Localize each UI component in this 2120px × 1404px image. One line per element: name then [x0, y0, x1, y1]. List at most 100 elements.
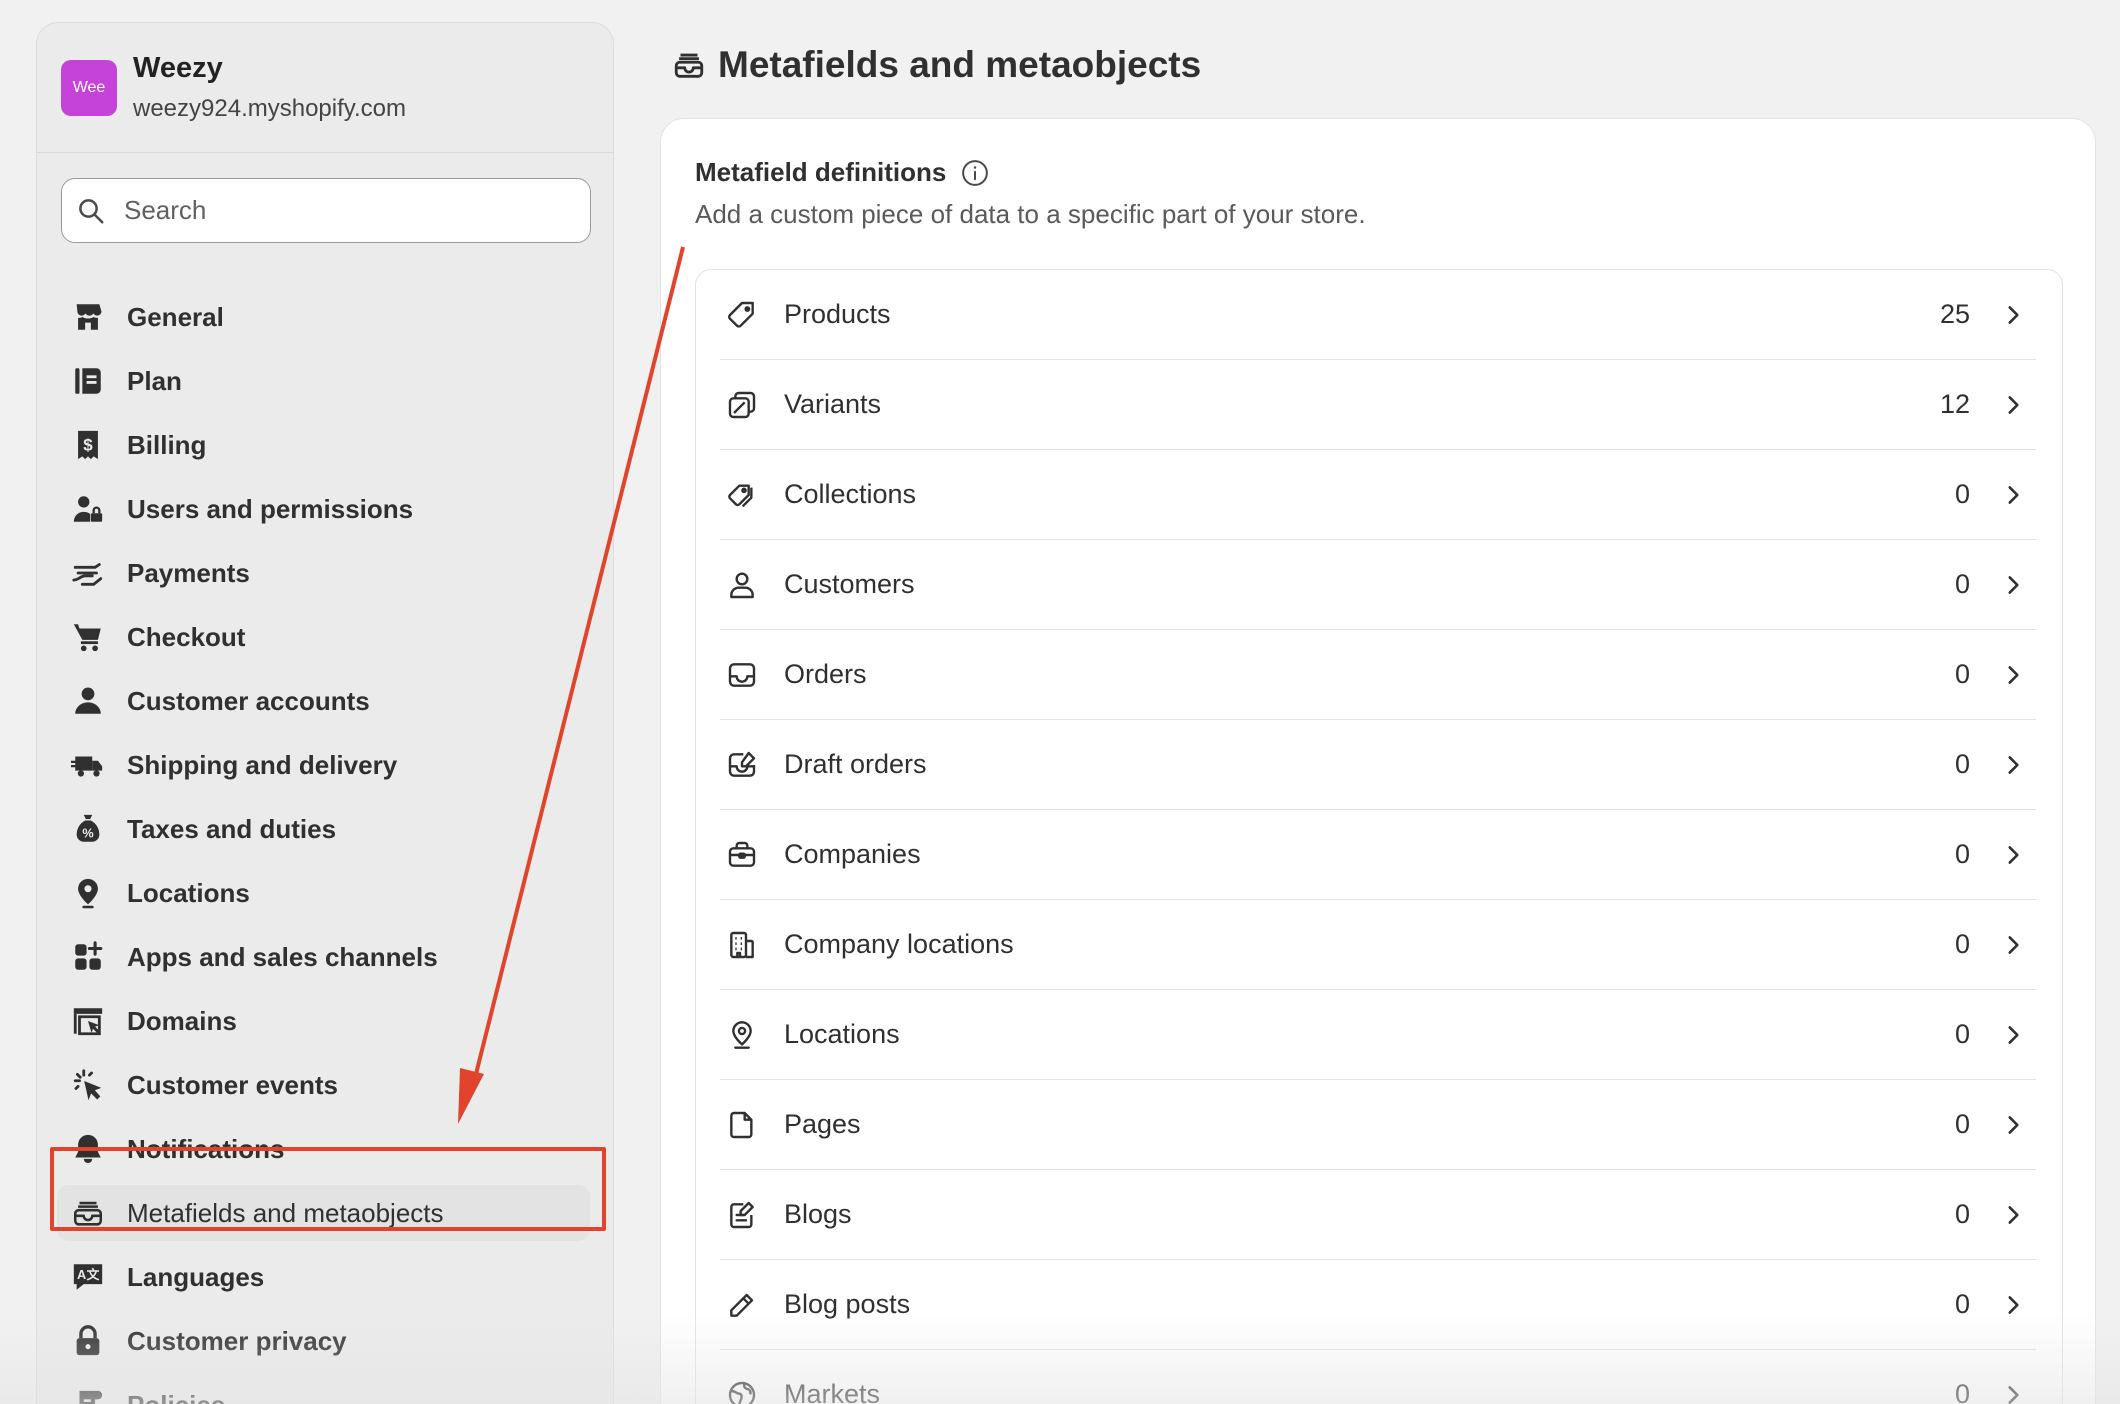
- sidebar-item-plan[interactable]: Plan: [37, 349, 613, 413]
- definition-row-companies[interactable]: Companies 0: [720, 810, 2036, 900]
- page-title-text: Metafields and metaobjects: [718, 44, 1202, 85]
- sidebar-item-label: Checkout: [127, 621, 246, 652]
- row-count: 0: [1954, 1379, 1970, 1404]
- definition-row-draft-orders[interactable]: Draft orders 0: [720, 720, 2036, 810]
- row-label: Orders: [784, 659, 867, 689]
- sidebar-item-taxes[interactable]: % Taxes and duties: [37, 797, 613, 861]
- row-label: Company locations: [784, 929, 1014, 959]
- person-icon: [75, 687, 101, 714]
- sidebar-item-users[interactable]: Users and permissions: [37, 477, 613, 541]
- metafields-icon: [674, 53, 704, 78]
- sidebar-item-checkout[interactable]: Checkout: [37, 605, 613, 669]
- definition-row-blog-posts[interactable]: Blog posts 0: [720, 1260, 2036, 1350]
- row-count: 0: [1954, 1199, 1970, 1229]
- sidebar-item-customer-accounts[interactable]: Customer accounts: [37, 669, 613, 733]
- page-title: Metafields and metaobjects: [672, 44, 1201, 86]
- sidebar-item-label: Taxes and duties: [127, 813, 337, 844]
- users-lock-icon: [73, 496, 103, 522]
- sidebar-item-billing[interactable]: $ Billing: [37, 413, 613, 477]
- definition-row-collections[interactable]: Collections 0: [720, 450, 2036, 540]
- sidebar-item-locations[interactable]: Locations: [37, 861, 613, 925]
- definition-row-orders[interactable]: Orders 0: [720, 630, 2036, 720]
- definition-row-pages[interactable]: Pages 0: [720, 1080, 2036, 1170]
- row-label: Collections: [784, 479, 917, 509]
- store-icon: [76, 304, 102, 330]
- row-label: Markets: [784, 1379, 881, 1404]
- definition-row-customers[interactable]: Customers 0: [720, 540, 2036, 630]
- tax-bag-icon: %: [76, 814, 100, 842]
- sidebar-item-customer-privacy[interactable]: Customer privacy: [37, 1309, 613, 1373]
- definition-row-blogs[interactable]: Blogs 0: [720, 1170, 2036, 1260]
- chevron-right-icon: [2008, 755, 2019, 774]
- sidebar-item-label: Policies: [127, 1390, 225, 1404]
- definitions-list: Products 25 Variants 12 Collections 0 Cu…: [695, 269, 2063, 1404]
- sidebar-item-label: Domains: [127, 1005, 237, 1036]
- sidebar-item-policies[interactable]: Policies: [37, 1373, 613, 1404]
- sidebar-item-general[interactable]: General: [37, 285, 613, 349]
- sidebar-item-label: Users and permissions: [127, 493, 414, 524]
- definition-row-products[interactable]: Products 25: [720, 270, 2036, 360]
- cursor-click-icon: [73, 1069, 102, 1101]
- inbox-icon: [728, 662, 756, 687]
- variants-icon: [728, 391, 756, 418]
- svg-text:$: $: [83, 436, 93, 455]
- row-count: 0: [1954, 749, 1970, 779]
- chevron-right-icon: [2008, 845, 2019, 864]
- sidebar-item-label: Shipping and delivery: [127, 749, 398, 780]
- info-icon[interactable]: [960, 158, 990, 188]
- receipt-dollar-icon: $: [78, 430, 98, 460]
- person-outline-icon: [730, 571, 754, 598]
- payment-hand-icon: [72, 563, 103, 586]
- sidebar-item-label: Customer accounts: [127, 685, 370, 716]
- blog-icon: [730, 1201, 754, 1228]
- sidebar-item-customer-events[interactable]: Customer events: [37, 1053, 613, 1117]
- row-count: 0: [1954, 659, 1970, 689]
- row-count: 0: [1954, 929, 1970, 959]
- definition-row-company-locations[interactable]: Company locations 0: [720, 900, 2036, 990]
- row-count: 25: [1939, 299, 1970, 329]
- row-label: Pages: [784, 1109, 861, 1139]
- search-input[interactable]: [124, 195, 564, 226]
- row-label: Companies: [784, 839, 921, 869]
- row-count: 0: [1954, 1109, 1970, 1139]
- svg-text:文: 文: [87, 1267, 100, 1283]
- truck-icon: [71, 756, 103, 777]
- store-domain: weezy924.myshopify.com: [133, 95, 406, 122]
- definition-row-locations[interactable]: Locations 0: [720, 990, 2036, 1080]
- store-name: Weezy: [133, 52, 223, 84]
- row-label: Draft orders: [784, 749, 927, 779]
- sidebar-item-label: Billing: [127, 429, 207, 460]
- sidebar-item-payments[interactable]: Payments: [37, 541, 613, 605]
- location-pin-icon: [78, 878, 98, 909]
- briefcase-icon: [728, 841, 756, 867]
- chevron-right-icon: [2008, 1385, 2019, 1404]
- sidebar-item-label: Plan: [127, 365, 182, 396]
- language-icon: A文: [73, 1264, 103, 1290]
- sidebar-item-shipping[interactable]: Shipping and delivery: [37, 733, 613, 797]
- building-icon: [730, 931, 754, 958]
- definition-row-markets[interactable]: Markets 0: [720, 1350, 2036, 1404]
- chevron-right-icon: [2008, 665, 2019, 684]
- location-outline-icon: [732, 1020, 752, 1049]
- sidebar-item-label: Customer events: [127, 1069, 338, 1100]
- definition-row-variants[interactable]: Variants 12: [720, 360, 2036, 450]
- sidebar-item-domains[interactable]: Domains: [37, 989, 613, 1053]
- chevron-right-icon: [2008, 935, 2019, 954]
- sidebar-item-label: General: [127, 301, 224, 332]
- search-field[interactable]: [61, 178, 591, 243]
- row-count: 0: [1954, 1289, 1970, 1319]
- row-label: Blog posts: [784, 1289, 911, 1319]
- row-count: 0: [1954, 1019, 1970, 1049]
- lock-icon: [76, 1325, 100, 1356]
- plan-icon: [75, 368, 101, 394]
- policy-scroll-icon: [79, 1390, 103, 1404]
- store-header[interactable]: Wee Weezy weezy924.myshopify.com: [37, 23, 613, 153]
- chevron-right-icon: [2008, 395, 2019, 414]
- row-label: Products: [784, 299, 891, 329]
- sidebar-item-label: Locations: [127, 877, 250, 908]
- svg-text:%: %: [82, 826, 93, 841]
- draft-order-icon: [728, 751, 756, 777]
- sidebar-item-apps[interactable]: Apps and sales channels: [37, 925, 613, 989]
- sidebar-item-languages[interactable]: A文 Languages: [37, 1245, 613, 1309]
- domains-icon: [73, 1008, 103, 1036]
